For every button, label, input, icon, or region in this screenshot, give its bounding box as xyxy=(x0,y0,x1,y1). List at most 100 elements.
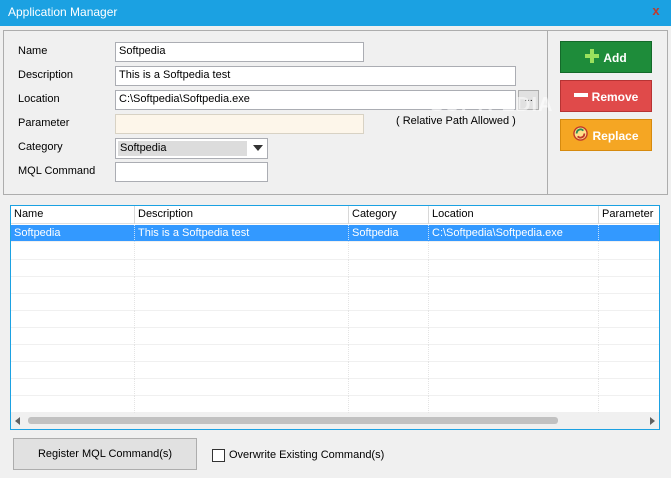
table-cell xyxy=(349,328,429,345)
table-cell xyxy=(135,379,349,396)
column-header-location[interactable]: Location xyxy=(429,206,599,224)
table-cell xyxy=(599,225,659,242)
scroll-left-icon[interactable] xyxy=(15,417,20,425)
table-cell xyxy=(429,379,599,396)
minus-icon xyxy=(573,82,588,114)
mql-command-label: MQL Command xyxy=(18,165,96,177)
table-cell xyxy=(135,311,349,328)
parameter-field[interactable] xyxy=(115,114,364,134)
table-header: Name Description Category Location Param… xyxy=(11,206,659,224)
table-cell xyxy=(349,294,429,311)
table-cell xyxy=(11,362,135,379)
overwrite-checkbox[interactable] xyxy=(212,449,225,462)
table-row[interactable]: Softpedia This is a Softpedia test Softp… xyxy=(11,225,659,242)
table-cell xyxy=(11,294,135,311)
scroll-right-icon[interactable] xyxy=(650,417,655,425)
table-cell xyxy=(429,243,599,260)
empty-table-row xyxy=(11,311,659,328)
table-cell xyxy=(349,362,429,379)
table-cell xyxy=(599,396,659,413)
parameter-label: Parameter xyxy=(18,117,70,129)
column-header-description[interactable]: Description xyxy=(135,206,349,224)
window-title: Application Manager xyxy=(8,5,118,19)
table-cell xyxy=(135,396,349,413)
table-cell xyxy=(135,243,349,260)
title-bar: Application Manager x xyxy=(0,0,671,26)
table-cell xyxy=(599,243,659,260)
empty-table-row xyxy=(11,243,659,260)
horizontal-scrollbar[interactable] xyxy=(11,413,659,429)
table-cell xyxy=(135,328,349,345)
chevron-down-icon xyxy=(253,145,263,151)
empty-table-row xyxy=(11,294,659,311)
empty-table-row xyxy=(11,328,659,345)
name-label: Name xyxy=(18,45,48,57)
table-cell xyxy=(599,328,659,345)
location-label: Location xyxy=(18,93,60,105)
plus-icon xyxy=(585,43,600,75)
applications-table[interactable]: Name Description Category Location Param… xyxy=(10,205,660,430)
table-cell xyxy=(599,345,659,362)
table-cell: Softpedia xyxy=(11,225,135,242)
table-cell xyxy=(349,345,429,362)
table-cell xyxy=(135,277,349,294)
column-header-category[interactable]: Category xyxy=(349,206,429,224)
table-cell: Softpedia xyxy=(349,225,429,242)
empty-table-row xyxy=(11,396,659,413)
table-cell xyxy=(11,277,135,294)
category-label: Category xyxy=(18,141,63,153)
empty-table-row xyxy=(11,379,659,396)
table-cell xyxy=(349,243,429,260)
table-cell xyxy=(599,277,659,294)
description-label: Description xyxy=(18,69,74,81)
table-cell xyxy=(11,345,135,362)
replace-label: Replace xyxy=(592,129,639,143)
table-cell xyxy=(429,328,599,345)
table-cell xyxy=(349,379,429,396)
table-cell xyxy=(135,294,349,311)
description-field[interactable]: This is a Softpedia test xyxy=(115,66,516,86)
table-cell xyxy=(11,311,135,328)
table-cell: This is a Softpedia test xyxy=(135,225,349,242)
table-cell xyxy=(429,277,599,294)
table-cell xyxy=(599,294,659,311)
table-cell xyxy=(349,396,429,413)
table-cell xyxy=(349,260,429,277)
table-cell xyxy=(429,311,599,328)
empty-table-row xyxy=(11,260,659,277)
register-mql-button[interactable]: Register MQL Command(s) xyxy=(13,438,197,470)
table-cell xyxy=(11,243,135,260)
overwrite-label: Overwrite Existing Command(s) xyxy=(229,449,385,461)
close-icon[interactable]: x xyxy=(641,0,671,26)
watermark: SOFTPEDIA xyxy=(430,94,554,116)
add-button[interactable]: Add xyxy=(560,41,652,73)
table-cell: C:\Softpedia\Softpedia.exe xyxy=(429,225,599,242)
table-cell xyxy=(429,396,599,413)
add-label: Add xyxy=(603,51,627,65)
table-cell xyxy=(135,260,349,277)
table-cell xyxy=(429,362,599,379)
remove-button[interactable]: Remove xyxy=(560,80,652,112)
remove-label: Remove xyxy=(591,90,639,104)
replace-button[interactable]: Replace xyxy=(560,119,652,151)
column-header-parameter[interactable]: Parameter xyxy=(599,206,659,224)
table-cell xyxy=(11,379,135,396)
name-field[interactable]: Softpedia xyxy=(115,42,364,62)
category-value: Softpedia xyxy=(118,141,247,156)
scrollbar-thumb[interactable] xyxy=(28,417,558,424)
refresh-icon xyxy=(573,121,589,153)
table-cell xyxy=(11,328,135,345)
table-cell xyxy=(135,345,349,362)
mql-command-field[interactable] xyxy=(115,162,268,182)
table-cell xyxy=(11,260,135,277)
table-cell xyxy=(11,396,135,413)
table-cell xyxy=(599,260,659,277)
table-cell xyxy=(135,362,349,379)
table-cell xyxy=(429,294,599,311)
table-cell xyxy=(599,379,659,396)
table-cell xyxy=(349,311,429,328)
category-select[interactable]: Softpedia xyxy=(115,138,268,159)
table-cell xyxy=(599,311,659,328)
column-header-name[interactable]: Name xyxy=(11,206,135,224)
empty-table-row xyxy=(11,345,659,362)
